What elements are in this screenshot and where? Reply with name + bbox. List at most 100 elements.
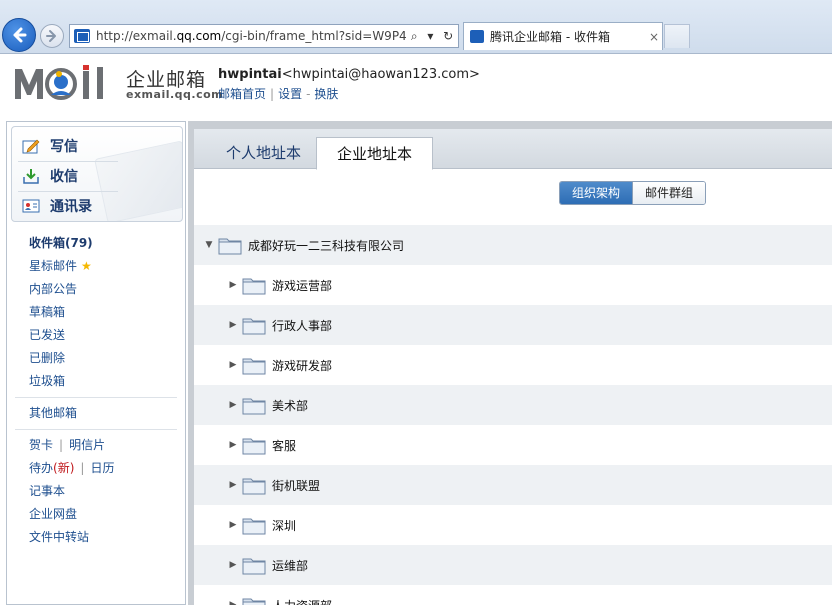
folder-icon (242, 438, 266, 454)
search-icon[interactable]: ⌕ (411, 29, 418, 44)
tree-node-label: 深圳 (272, 518, 297, 533)
new-tab-button[interactable] (664, 24, 690, 48)
sidebar-item-spam[interactable]: 垃圾箱 (7, 370, 185, 393)
expand-right-icon[interactable]: ▶ (228, 400, 238, 410)
sidebar-item-announcements[interactable]: 内部公告 (7, 278, 185, 301)
sidebar-item-sent[interactable]: 已发送 (7, 324, 185, 347)
folder-icon (242, 478, 266, 494)
address-controls: ⌕ ▾ ↻ (406, 29, 458, 44)
sidebar-item-calendar[interactable]: 日历 (90, 461, 114, 475)
sidebar-item-postcards[interactable]: 明信片 (69, 438, 105, 452)
folder-icon (242, 318, 266, 334)
mail-logo-icon (15, 65, 103, 100)
divider (15, 397, 177, 398)
dropdown-icon[interactable]: ▾ (427, 29, 433, 44)
sidebar-item-other-mail[interactable]: 其他邮箱 (7, 402, 185, 425)
expand-right-icon[interactable]: ▶ (228, 480, 238, 490)
expand-right-icon[interactable]: ▶ (228, 600, 238, 605)
tree-node-label: 街机联盟 (272, 478, 321, 493)
tree-root-label: 成都好玩一二三科技有限公司 (248, 238, 405, 253)
sidebar-item-starred[interactable]: 星标邮件 ★ (7, 255, 185, 278)
divider (18, 191, 118, 192)
sidebar-item-deleted[interactable]: 已删除 (7, 347, 185, 370)
folder-icon (242, 558, 266, 574)
user-identity: hwpintai<hwpintai@haowan123.com> (218, 67, 480, 82)
expand-right-icon[interactable]: ▶ (228, 560, 238, 570)
sidebar-item-file-transfer[interactable]: 文件中转站 (7, 526, 185, 549)
contacts-button[interactable]: 通讯录 (22, 193, 92, 219)
folder-icon (242, 598, 266, 605)
tree-node[interactable]: ▶ 美术部 (194, 385, 832, 425)
folder-icon (218, 238, 242, 254)
tab-personal-address-book[interactable]: 个人地址本 (206, 137, 321, 169)
folder-icon (242, 518, 266, 534)
tree-node[interactable]: ▶ 游戏研发部 (194, 345, 832, 385)
expand-down-icon[interactable]: ▼ (204, 240, 214, 250)
link-separator: - (306, 87, 311, 101)
arrow-right-icon (46, 30, 56, 42)
browser-tab[interactable]: 腾讯企业邮箱 - 收件箱 × (463, 22, 663, 50)
browser-chrome: http://exmail.qq.com/cgi-bin/frame_html?… (0, 0, 832, 54)
main-panel: 个人地址本 企业地址本 组织架构 邮件群组 ▼ 成都好玩一二三科技有限公司 ▶ … (188, 121, 832, 605)
folder-icon (242, 278, 266, 294)
address-bar[interactable]: http://exmail.qq.com/cgi-bin/frame_html?… (69, 24, 459, 48)
brand-domain: exmail.qq.com (126, 88, 224, 101)
sidebar-item-drafts[interactable]: 草稿箱 (7, 301, 185, 324)
star-icon: ★ (81, 259, 92, 273)
divider (15, 429, 177, 430)
receive-button[interactable]: 收信 (22, 163, 78, 189)
contact-card-icon (22, 199, 40, 213)
sidebar-row-cards: 贺卡 | 明信片 (7, 434, 185, 457)
starred-label: 星标邮件 (29, 259, 78, 273)
url-host: qq.com (176, 29, 222, 43)
todo-label: 待办 (29, 461, 54, 475)
separator: | (80, 461, 85, 475)
refresh-icon[interactable]: ↻ (443, 29, 453, 44)
forward-button[interactable] (40, 24, 64, 48)
skin-link[interactable]: 换肤 (314, 87, 338, 101)
address-url[interactable]: http://exmail.qq.com/cgi-bin/frame_html?… (96, 29, 406, 43)
home-link[interactable]: 邮箱首页 (218, 87, 266, 101)
tree-node[interactable]: ▶ 游戏运营部 (194, 265, 832, 305)
tree-node[interactable]: ▶ 行政人事部 (194, 305, 832, 345)
settings-link[interactable]: 设置 (278, 87, 302, 101)
arrow-left-icon (13, 27, 27, 43)
expand-right-icon[interactable]: ▶ (228, 360, 238, 370)
envelope-decoration-icon (94, 140, 182, 221)
divider (18, 161, 118, 162)
contacts-label: 通讯录 (50, 199, 92, 215)
tree-node-label: 运维部 (272, 558, 309, 573)
sidebar-item-todo[interactable]: 待办(新) (29, 461, 74, 475)
close-icon[interactable]: × (646, 30, 662, 44)
tree-node[interactable]: ▶ 客服 (194, 425, 832, 465)
expand-right-icon[interactable]: ▶ (228, 280, 238, 290)
tree-node[interactable]: ▶ 运维部 (194, 545, 832, 585)
header-links: 邮箱首页 | 设置 - 换肤 (218, 85, 338, 102)
org-tree: ▼ 成都好玩一二三科技有限公司 ▶ 游戏运营部 ▶ 行政人事部 ▶ 游戏研发部 … (194, 225, 832, 605)
tree-root[interactable]: ▼ 成都好玩一二三科技有限公司 (194, 225, 832, 265)
receive-label: 收信 (50, 169, 78, 185)
tree-node[interactable]: ▶ 深圳 (194, 505, 832, 545)
address-book: 个人地址本 企业地址本 组织架构 邮件群组 ▼ 成都好玩一二三科技有限公司 ▶ … (194, 129, 832, 605)
download-icon (23, 169, 39, 184)
back-button[interactable] (2, 18, 36, 52)
tab-company-address-book[interactable]: 企业地址本 (316, 137, 434, 170)
link-separator: | (270, 87, 275, 101)
view-toggle: 组织架构 邮件群组 (559, 181, 707, 205)
sidebar-item-notebook[interactable]: 记事本 (7, 480, 185, 503)
write-button[interactable]: 写信 (22, 133, 78, 159)
sidebar-item-netdisk[interactable]: 企业网盘 (7, 503, 185, 526)
expand-right-icon[interactable]: ▶ (228, 440, 238, 450)
sidebar-item-cards[interactable]: 贺卡 (29, 438, 53, 452)
tree-node-label: 美术部 (272, 398, 309, 413)
tree-node[interactable]: ▶ 街机联盟 (194, 465, 832, 505)
mail-group-button[interactable]: 邮件群组 (632, 182, 706, 204)
expand-right-icon[interactable]: ▶ (228, 320, 238, 330)
expand-right-icon[interactable]: ▶ (228, 520, 238, 530)
org-structure-button[interactable]: 组织架构 (560, 182, 633, 204)
tree-node[interactable]: ▶ 人力资源部 (194, 585, 832, 605)
folder-list: 收件箱(79) 星标邮件 ★ 内部公告 草稿箱 已发送 已删除 垃圾箱 其他邮箱 … (7, 232, 185, 549)
sidebar-item-inbox[interactable]: 收件箱(79) (7, 232, 185, 255)
user-email: <hwpintai@haowan123.com> (281, 67, 480, 82)
address-book-tabs: 个人地址本 企业地址本 (194, 129, 832, 170)
